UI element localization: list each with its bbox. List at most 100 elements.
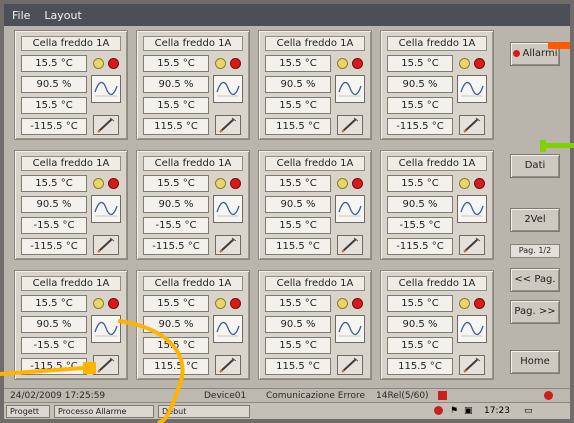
setpoint-readout: 15.5 °C xyxy=(387,337,453,354)
trend-chart-icon[interactable] xyxy=(335,75,365,103)
trend-chart-icon[interactable] xyxy=(457,195,487,223)
status-bar: 24/02/2009 17:25:59 Device01 Comunicazio… xyxy=(4,388,570,402)
alarms-button[interactable]: Allarmi xyxy=(510,42,560,66)
warning-led-icon xyxy=(93,298,104,309)
setpoint-readout: 15.5 °C xyxy=(265,97,331,114)
velocity-button[interactable]: 2Vel xyxy=(510,208,560,232)
humidity-readout: 90.5 % xyxy=(21,316,87,333)
trend-chart-icon[interactable] xyxy=(91,195,121,223)
edit-pencil-icon[interactable] xyxy=(215,355,241,375)
cold-cell-panel-11: Cella freddo 1A 15.5 °C 90.5 % 15.5 °C 1… xyxy=(258,270,372,380)
alarm-led-icon xyxy=(230,58,241,69)
alarm-dot-icon xyxy=(512,49,520,57)
edit-pencil-icon[interactable] xyxy=(459,115,485,135)
taskbar: Progett Processo Allarme Debut ⚑ ▣ 17:23… xyxy=(4,402,570,419)
velocity-button-label: 2Vel xyxy=(524,214,546,225)
temperature-readout: 15.5 °C xyxy=(387,55,453,72)
panel-title[interactable]: Cella freddo 1A xyxy=(21,36,121,51)
prev-page-button[interactable]: << Pag. xyxy=(510,268,560,292)
warning-led-icon xyxy=(215,298,226,309)
setpoint-readout: 15.5 °C xyxy=(21,97,87,114)
temperature-readout: 15.5 °C xyxy=(265,55,331,72)
panel-title[interactable]: Cella freddo 1A xyxy=(265,276,365,291)
temperature-readout: 15.5 °C xyxy=(265,175,331,192)
cold-cell-panel-2: Cella freddo 1A 15.5 °C 90.5 % 15.5 °C 1… xyxy=(136,30,250,140)
trend-chart-icon[interactable] xyxy=(457,315,487,343)
taskbar-item-alarm-process[interactable]: Processo Allarme xyxy=(54,405,154,418)
tray-keyboard-icon[interactable]: ▭ xyxy=(524,406,533,416)
warning-led-icon xyxy=(337,178,348,189)
edit-pencil-icon[interactable] xyxy=(93,235,119,255)
humidity-readout: 90.5 % xyxy=(143,76,209,93)
edit-pencil-icon[interactable] xyxy=(459,355,485,375)
page-indicator: Pag. 1/2 xyxy=(510,244,560,258)
status-device: Device01 xyxy=(204,391,247,401)
panel-title[interactable]: Cella freddo 1A xyxy=(387,156,487,171)
panel-title[interactable]: Cella freddo 1A xyxy=(265,36,365,51)
trend-chart-icon[interactable] xyxy=(213,195,243,223)
trend-chart-icon[interactable] xyxy=(91,315,121,343)
warning-led-icon xyxy=(215,58,226,69)
tray-network-icon[interactable]: ▣ xyxy=(464,406,473,416)
warning-led-icon xyxy=(459,58,470,69)
humidity-readout: 90.5 % xyxy=(265,316,331,333)
setpoint-readout: 15.5 °C xyxy=(265,217,331,234)
setpoint-readout: -15.5 °C xyxy=(387,217,453,234)
panel-title[interactable]: Cella freddo 1A xyxy=(143,156,243,171)
panel-title[interactable]: Cella freddo 1A xyxy=(143,36,243,51)
setpoint-readout: 15.5 °C xyxy=(143,337,209,354)
trend-chart-icon[interactable] xyxy=(335,195,365,223)
limit-readout: 115.5 °C xyxy=(265,358,331,375)
panel-title[interactable]: Cella freddo 1A xyxy=(387,36,487,51)
next-page-button[interactable]: Pag. >> xyxy=(510,300,560,324)
warning-led-icon xyxy=(215,178,226,189)
error-flag-icon xyxy=(438,391,447,400)
panel-title[interactable]: Cella freddo 1A xyxy=(387,276,487,291)
cold-cell-panel-12: Cella freddo 1A 15.5 °C 90.5 % 15.5 °C 1… xyxy=(380,270,494,380)
trend-chart-icon[interactable] xyxy=(457,75,487,103)
taskbar-clock: 17:23 xyxy=(484,406,510,416)
edit-pencil-icon[interactable] xyxy=(215,115,241,135)
edit-pencil-icon[interactable] xyxy=(337,235,363,255)
tray-alarm-icon[interactable] xyxy=(434,406,443,415)
cold-cell-panel-9: Cella freddo 1A 15.5 °C 90.5 % -15.5 °C … xyxy=(14,270,128,380)
panel-title[interactable]: Cella freddo 1A xyxy=(265,156,365,171)
alarm-led-icon xyxy=(230,298,241,309)
edit-pencil-icon[interactable] xyxy=(93,355,119,375)
cold-cell-panel-10: Cella freddo 1A 15.5 °C 90.5 % 15.5 °C 1… xyxy=(136,270,250,380)
edit-pencil-icon[interactable] xyxy=(93,115,119,135)
menu-layout[interactable]: Layout xyxy=(44,9,81,22)
edit-pencil-icon[interactable] xyxy=(337,115,363,135)
limit-readout: -115.5 °C xyxy=(387,118,453,135)
trend-chart-icon[interactable] xyxy=(335,315,365,343)
status-alarm-icon xyxy=(544,391,553,400)
humidity-readout: 90.5 % xyxy=(387,76,453,93)
temperature-readout: 15.5 °C xyxy=(387,175,453,192)
warning-led-icon xyxy=(93,58,104,69)
home-button[interactable]: Home xyxy=(510,350,560,374)
start-button[interactable]: Progett xyxy=(6,405,50,418)
edit-pencil-icon[interactable] xyxy=(215,235,241,255)
cell-panel-grid: Cella freddo 1A 15.5 °C 90.5 % 15.5 °C -… xyxy=(14,30,502,386)
panel-title[interactable]: Cella freddo 1A xyxy=(143,276,243,291)
alarm-led-icon xyxy=(352,58,363,69)
setpoint-readout: 15.5 °C xyxy=(265,337,331,354)
menu-file[interactable]: File xyxy=(12,9,30,22)
cold-cell-panel-7: Cella freddo 1A 15.5 °C 90.5 % 15.5 °C 1… xyxy=(258,150,372,260)
warning-led-icon xyxy=(337,58,348,69)
alarm-led-icon xyxy=(474,58,485,69)
setpoint-readout: 15.5 °C xyxy=(143,97,209,114)
trend-chart-icon[interactable] xyxy=(213,75,243,103)
humidity-readout: 90.5 % xyxy=(265,196,331,213)
data-button[interactable]: Dati xyxy=(510,154,560,178)
tray-flag-icon[interactable]: ⚑ xyxy=(450,406,458,416)
trend-chart-icon[interactable] xyxy=(91,75,121,103)
edit-pencil-icon[interactable] xyxy=(459,235,485,255)
trend-chart-icon[interactable] xyxy=(213,315,243,343)
edit-pencil-icon[interactable] xyxy=(337,355,363,375)
panel-title[interactable]: Cella freddo 1A xyxy=(21,276,121,291)
limit-readout: 115.5 °C xyxy=(143,118,209,135)
panel-title[interactable]: Cella freddo 1A xyxy=(21,156,121,171)
alarm-led-icon xyxy=(352,298,363,309)
taskbar-item-debut[interactable]: Debut xyxy=(158,405,250,418)
